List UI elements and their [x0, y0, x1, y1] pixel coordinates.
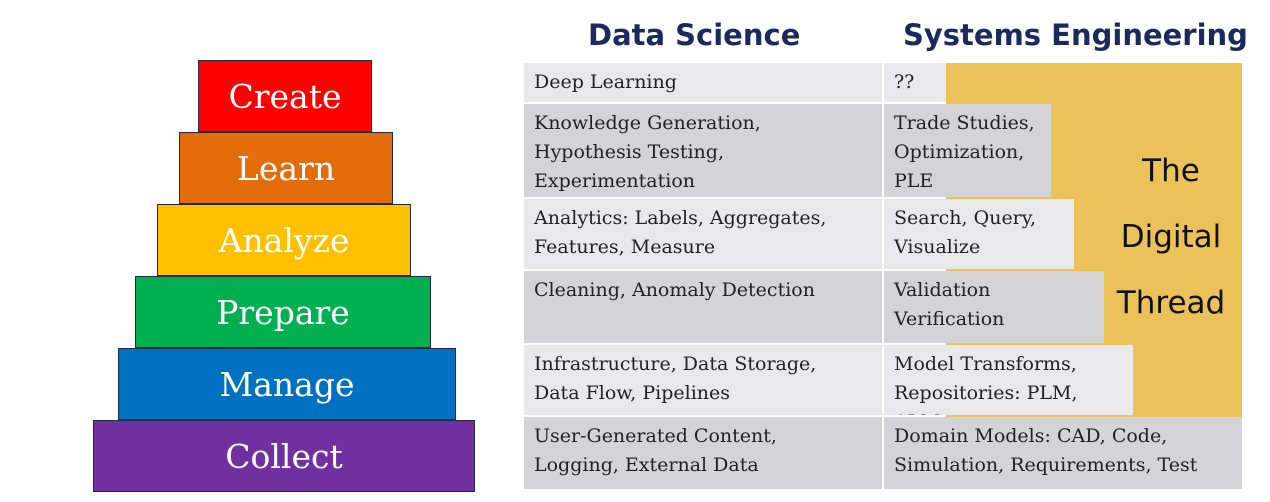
pyramid-tier-collect: Collect [93, 420, 475, 492]
se-cell-model-transforms: Model Transforms, Repositories: PLM, ALM… [884, 345, 1133, 415]
ds-cell-analytics: Analytics: Labels, Aggregates, Features,… [524, 199, 882, 269]
se-cell-search-query: Search, Query, Visualize [884, 199, 1074, 269]
pyramid-tier-create: Create [198, 60, 372, 132]
ds-cell-user-content: User-Generated Content, Logging, Externa… [524, 417, 882, 489]
header-data-science: Data Science [588, 18, 801, 52]
pyramid-tier-learn: Learn [179, 132, 393, 204]
ds-cell-cleaning: Cleaning, Anomaly Detection [524, 271, 882, 343]
header-systems-engineering: Systems Engineering [903, 18, 1248, 52]
pyramid-tier-prepare: Prepare [135, 276, 431, 348]
digital-thread-label: The Digital Thread [1116, 153, 1226, 321]
ds-cell-deep-learning: Deep Learning [524, 63, 882, 102]
ds-cell-infrastructure: Infrastructure, Data Storage, Data Flow,… [524, 345, 882, 415]
se-cell-validation: Validation Verification [884, 271, 1104, 343]
se-cell-domain-models: Domain Models: CAD, Code, Simulation, Re… [884, 417, 1242, 489]
pyramid-tier-manage: Manage [118, 348, 456, 420]
se-cell-trade-studies: Trade Studies, Optimization, PLE [884, 104, 1051, 197]
se-cell-unknown: ?? [884, 63, 946, 102]
ds-cell-knowledge-generation: Knowledge Generation, Hypothesis Testing… [524, 104, 882, 197]
pyramid-tier-analyze: Analyze [157, 204, 411, 276]
